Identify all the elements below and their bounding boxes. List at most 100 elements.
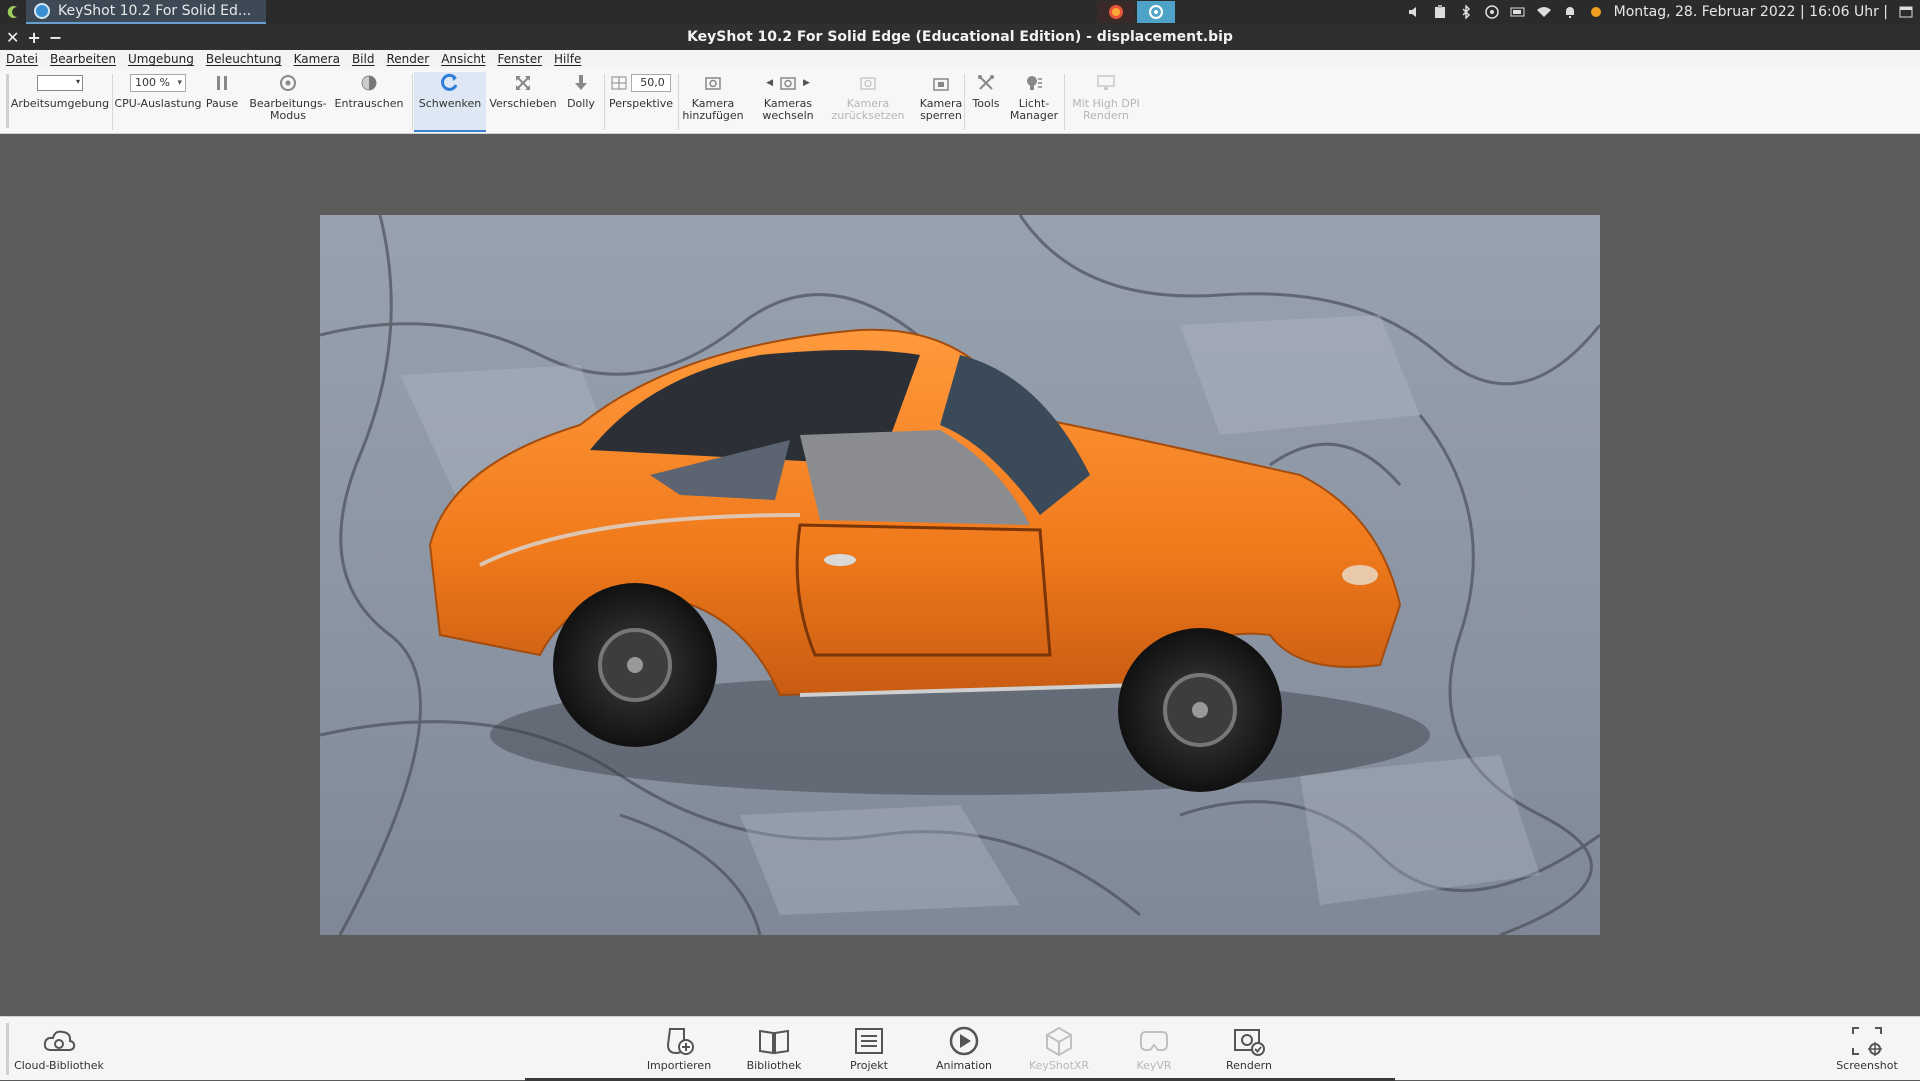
menu-hilfe[interactable]: Hilfe <box>554 52 581 66</box>
render-image[interactable] <box>320 215 1600 935</box>
clipboard-icon[interactable] <box>1432 4 1448 20</box>
keyshot-taskbar-icon[interactable] <box>1137 1 1175 23</box>
next-camera-icon[interactable]: ▶ <box>803 77 810 89</box>
menu-kamera[interactable]: Kamera <box>294 52 340 66</box>
tumble-icon <box>440 72 460 94</box>
dolly-icon <box>573 72 589 94</box>
cpu-usage-select[interactable]: 100 % <box>130 74 186 92</box>
add-camera-button[interactable]: Kamera hinzufügen <box>680 72 746 132</box>
previous-camera-icon[interactable]: ◀ <box>766 77 773 89</box>
tumble-label: Schwenken <box>418 97 482 110</box>
pause-label: Pause <box>205 97 239 110</box>
workspace-dropdown-icon: ▾ <box>37 75 83 91</box>
keyvr-icon <box>1137 1023 1171 1059</box>
volume-icon[interactable] <box>1406 4 1422 20</box>
system-panel: KeyShot 10.2 For Solid Ed... Montag, 28.… <box>0 0 1920 24</box>
project-icon <box>852 1023 886 1059</box>
render-viewport[interactable] <box>0 135 1920 1016</box>
menu-beleuchtung[interactable]: Beleuchtung <box>206 52 282 66</box>
lock-camera-icon <box>932 72 950 94</box>
perspective-control[interactable]: 50,0 Perspektive <box>606 72 676 132</box>
menu-render[interactable]: Render <box>386 52 429 66</box>
hidpi-render-button[interactable]: Mit High DPI Rendern <box>1066 72 1146 132</box>
cpu-usage-label: CPU-Auslastung <box>114 97 202 110</box>
menu-umgebung[interactable]: Umgebung <box>128 52 194 66</box>
pan-button[interactable]: Verschieben <box>488 72 558 132</box>
light-manager-label-2: Manager <box>1009 109 1059 122</box>
denoise-label: Entrauschen <box>334 97 404 110</box>
menu-ansicht[interactable]: Ansicht <box>441 52 485 66</box>
app-launcher-icon[interactable] <box>0 0 26 24</box>
perspective-icon <box>611 76 627 90</box>
edit-mode-label-2: Modus <box>270 109 306 122</box>
menu-bar: Datei Bearbeiten Umgebung Beleuchtung Ka… <box>0 50 1920 68</box>
edit-mode-button[interactable]: Bearbeitungs- Modus <box>244 72 332 132</box>
library-icon <box>757 1023 791 1059</box>
cloud-library-button[interactable]: Cloud-Bibliothek <box>14 1023 104 1072</box>
tools-icon <box>977 72 995 94</box>
status-dot-icon[interactable] <box>1588 4 1604 20</box>
clock[interactable]: Montag, 28. Februar 2022 | 16:06 Uhr | <box>1614 4 1888 20</box>
tumble-button[interactable]: Schwenken <box>414 72 486 132</box>
cpu-usage[interactable]: 100 % CPU-Auslastung <box>114 72 202 132</box>
bell-icon[interactable] <box>1562 4 1578 20</box>
taskbar-item-keyshot[interactable]: KeyShot 10.2 For Solid Ed... <box>26 0 266 24</box>
tools-button[interactable]: Tools <box>966 72 1006 132</box>
library-button[interactable]: Bibliothek <box>729 1023 819 1072</box>
lock-camera-button[interactable]: Kamera sperren <box>910 72 972 132</box>
render-icon <box>1232 1023 1266 1059</box>
firefox-icon[interactable] <box>1097 1 1135 23</box>
pan-icon <box>514 72 532 94</box>
edit-mode-icon <box>279 72 297 94</box>
toolbar: ▾ Arbeitsumgebung 100 % CPU-Auslastung P… <box>0 68 1920 134</box>
pause-icon <box>215 72 229 94</box>
render-button[interactable]: Rendern <box>1204 1023 1294 1072</box>
perspective-input[interactable]: 50,0 <box>631 74 671 92</box>
reset-camera-icon <box>859 72 877 94</box>
taskbar-item-label: KeyShot 10.2 For Solid Ed... <box>58 3 252 19</box>
animation-icon <box>947 1023 981 1059</box>
window-icon[interactable] <box>1898 4 1914 20</box>
menu-fenster[interactable]: Fenster <box>498 52 543 66</box>
light-manager-button[interactable]: Licht- Manager <box>1008 72 1060 132</box>
add-camera-label-2: hinzufügen <box>682 109 744 122</box>
screenshot-button[interactable]: Screenshot <box>1822 1023 1912 1072</box>
import-button[interactable]: Importieren <box>634 1023 724 1072</box>
keyvr-button[interactable]: KeyVR <box>1109 1023 1199 1072</box>
bottom-bar: Cloud-Bibliothek Importieren Bibliothek … <box>0 1016 1920 1081</box>
keyshotxr-icon <box>1042 1023 1076 1059</box>
menu-bild[interactable]: Bild <box>352 52 375 66</box>
keyshotxr-button[interactable]: KeyShotXR <box>1014 1023 1104 1072</box>
network-icon[interactable] <box>1484 4 1500 20</box>
dolly-button[interactable]: Dolly <box>560 72 602 132</box>
dolly-label: Dolly <box>567 97 595 110</box>
import-icon <box>662 1023 696 1059</box>
wifi-icon[interactable] <box>1536 4 1552 20</box>
cloud-library-icon <box>42 1023 76 1059</box>
reset-camera-button[interactable]: Kamera zurücksetzen <box>828 72 908 132</box>
bluetooth-icon[interactable] <box>1458 4 1474 20</box>
project-button[interactable]: Projekt <box>824 1023 914 1072</box>
menu-bearbeiten[interactable]: Bearbeiten <box>50 52 116 66</box>
denoise-icon <box>360 72 378 94</box>
light-manager-icon <box>1025 72 1043 94</box>
pause-button[interactable]: Pause <box>202 72 242 132</box>
window-titlebar: ✕ + − KeyShot 10.2 For Solid Edge (Educa… <box>0 24 1920 50</box>
denoise-button[interactable]: Entrauschen <box>332 72 406 132</box>
camera-icon <box>780 77 796 90</box>
project-label: Projekt <box>850 1059 888 1072</box>
workspace-selector[interactable]: ▾ Arbeitsumgebung <box>10 72 110 132</box>
bottombar-grip[interactable] <box>6 1023 9 1075</box>
pan-label: Verschieben <box>489 97 557 110</box>
workspace-label: Arbeitsumgebung <box>10 97 110 110</box>
switch-camera-button[interactable]: ◀ ▶ Kameras wechseln <box>752 72 824 132</box>
add-camera-icon <box>704 72 722 94</box>
animation-button[interactable]: Animation <box>919 1023 1009 1072</box>
battery-icon[interactable] <box>1510 4 1526 20</box>
toolbar-grip[interactable] <box>6 74 9 128</box>
screenshot-icon <box>1850 1023 1884 1059</box>
monitor-icon <box>1097 72 1115 94</box>
switch-camera-label-2: wechseln <box>762 109 814 122</box>
menu-datei[interactable]: Datei <box>6 52 38 66</box>
window-title: KeyShot 10.2 For Solid Edge (Educational… <box>687 29 1233 45</box>
